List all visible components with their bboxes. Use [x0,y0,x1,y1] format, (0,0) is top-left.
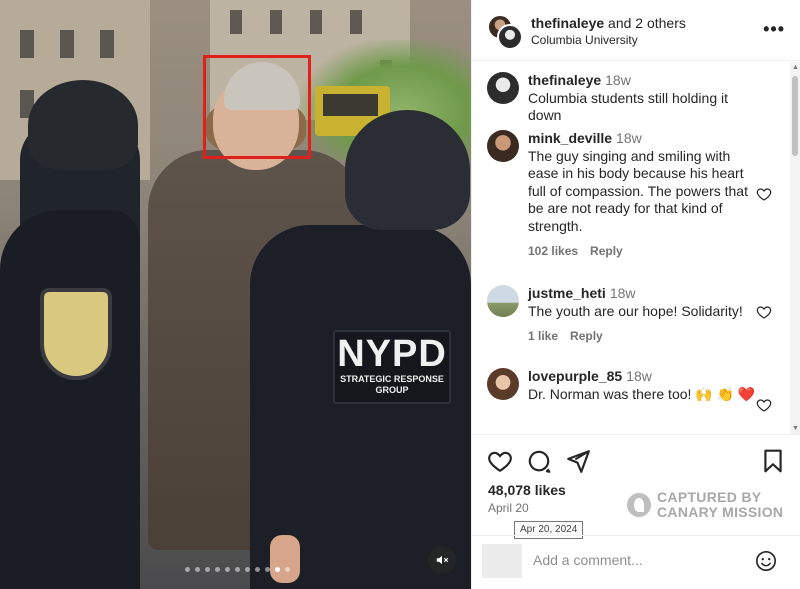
helmet-right [345,110,470,230]
carousel-dot[interactable] [245,567,250,572]
like-comment-icon[interactable] [756,304,772,320]
comment-likes[interactable]: 102 likes [528,244,578,258]
post-coauthors[interactable]: and 2 others [608,15,686,31]
post-author-link[interactable]: thefinaleye [531,15,604,31]
like-comment-icon[interactable] [756,186,772,202]
more-options-button[interactable]: ••• [763,20,785,38]
blurred-avatar [482,544,522,578]
avatar-secondary[interactable] [497,24,523,50]
watermark-line2: CANARY MISSION [657,504,784,520]
nypd-back-patch: NYPD STRATEGIC RESPONSE GROUP [333,330,451,404]
carousel-dot[interactable] [225,567,230,572]
carousel-dot[interactable] [195,567,200,572]
carousel-dots [185,567,290,572]
carousel-dot[interactable] [265,567,270,572]
scroll-thumb[interactable] [792,76,798,156]
comment-time: 18w [616,130,642,146]
save-bookmark-icon[interactable] [760,448,786,474]
police-shoulder-patch [40,288,112,380]
carousel-dot[interactable] [275,567,280,572]
post-actions: 48,078 likes April 20 Apr 20, 2024 CAPTU… [472,434,800,589]
comment-text: Dr. Norman was there too! 🙌 👏 ❤️ [528,385,756,402]
speaker-muted-icon [436,555,449,565]
comment-username[interactable]: justme_heti [528,285,606,301]
comment-avatar[interactable] [487,72,519,104]
carousel-dot[interactable] [215,567,220,572]
add-comment-bar: Add a comment... [472,535,800,589]
comment-likes[interactable]: 1 like [528,329,558,343]
carousel-dot[interactable] [255,567,260,572]
post-date[interactable]: April 20 [488,501,529,515]
carousel-dot[interactable] [205,567,210,572]
add-comment-input[interactable]: Add a comment... [533,552,643,568]
nypd-patch-sub1: STRATEGIC RESPONSE [340,374,444,384]
comments-scrollbar[interactable]: ▲ ▼ [790,62,800,434]
comment-avatar[interactable] [487,130,519,162]
carousel-dot[interactable] [285,567,290,572]
like-comment-icon[interactable] [756,397,772,413]
helmet-left [28,80,138,170]
comment-time: 18w [605,72,631,88]
scroll-up-icon[interactable]: ▲ [792,64,799,71]
like-heart-icon[interactable] [487,448,513,474]
comment-time: 18w [626,368,652,384]
comment-username[interactable]: thefinaleye [528,72,601,88]
comment-avatar[interactable] [487,285,519,317]
comment-text: Columbia students still holding it down [528,89,728,124]
reply-button[interactable]: Reply [570,329,603,343]
comment-text: The youth are our hope! Solidarity! [528,302,743,319]
mute-button[interactable] [428,546,456,574]
author-avatars[interactable] [487,14,523,50]
post-author-line: thefinaleye and 2 others [531,15,686,32]
post-media[interactable]: NYPD STRATEGIC RESPONSE GROUP [0,0,471,589]
post-header: thefinaleye and 2 others Columbia Univer… [472,0,800,61]
comment-bubble-icon[interactable] [526,448,552,474]
reply-button[interactable]: Reply [590,244,623,258]
officer-left [0,210,140,589]
post-location[interactable]: Columbia University [531,33,638,48]
watermark-line1: CAPTURED BY [657,489,762,505]
comment-time: 18w [609,285,636,301]
scroll-down-icon[interactable]: ▼ [792,425,799,432]
hand [270,535,300,583]
nypd-patch-sub2: GROUP [375,385,409,395]
nypd-patch-title: NYPD [337,333,447,375]
share-send-icon[interactable] [565,448,591,474]
comment-username[interactable]: lovepurple_85 [528,368,622,384]
emoji-icon[interactable] [755,550,777,572]
carousel-dot[interactable] [235,567,240,572]
watermark: CAPTURED BY CANARY MISSION [627,490,783,520]
face-highlight-box [203,55,311,159]
carousel-dot[interactable] [185,567,190,572]
canary-logo-icon [627,493,651,517]
comment-avatar[interactable] [487,368,519,400]
like-count[interactable]: 48,078 likes [488,482,566,498]
comment-username[interactable]: mink_deville [528,130,612,146]
comments-list[interactable]: thefinaleye 18w Columbia students still h… [472,62,800,434]
post-side-panel: thefinaleye and 2 others Columbia Univer… [471,0,800,589]
comment-text: The guy singing and smiling with ease in… [528,147,748,234]
